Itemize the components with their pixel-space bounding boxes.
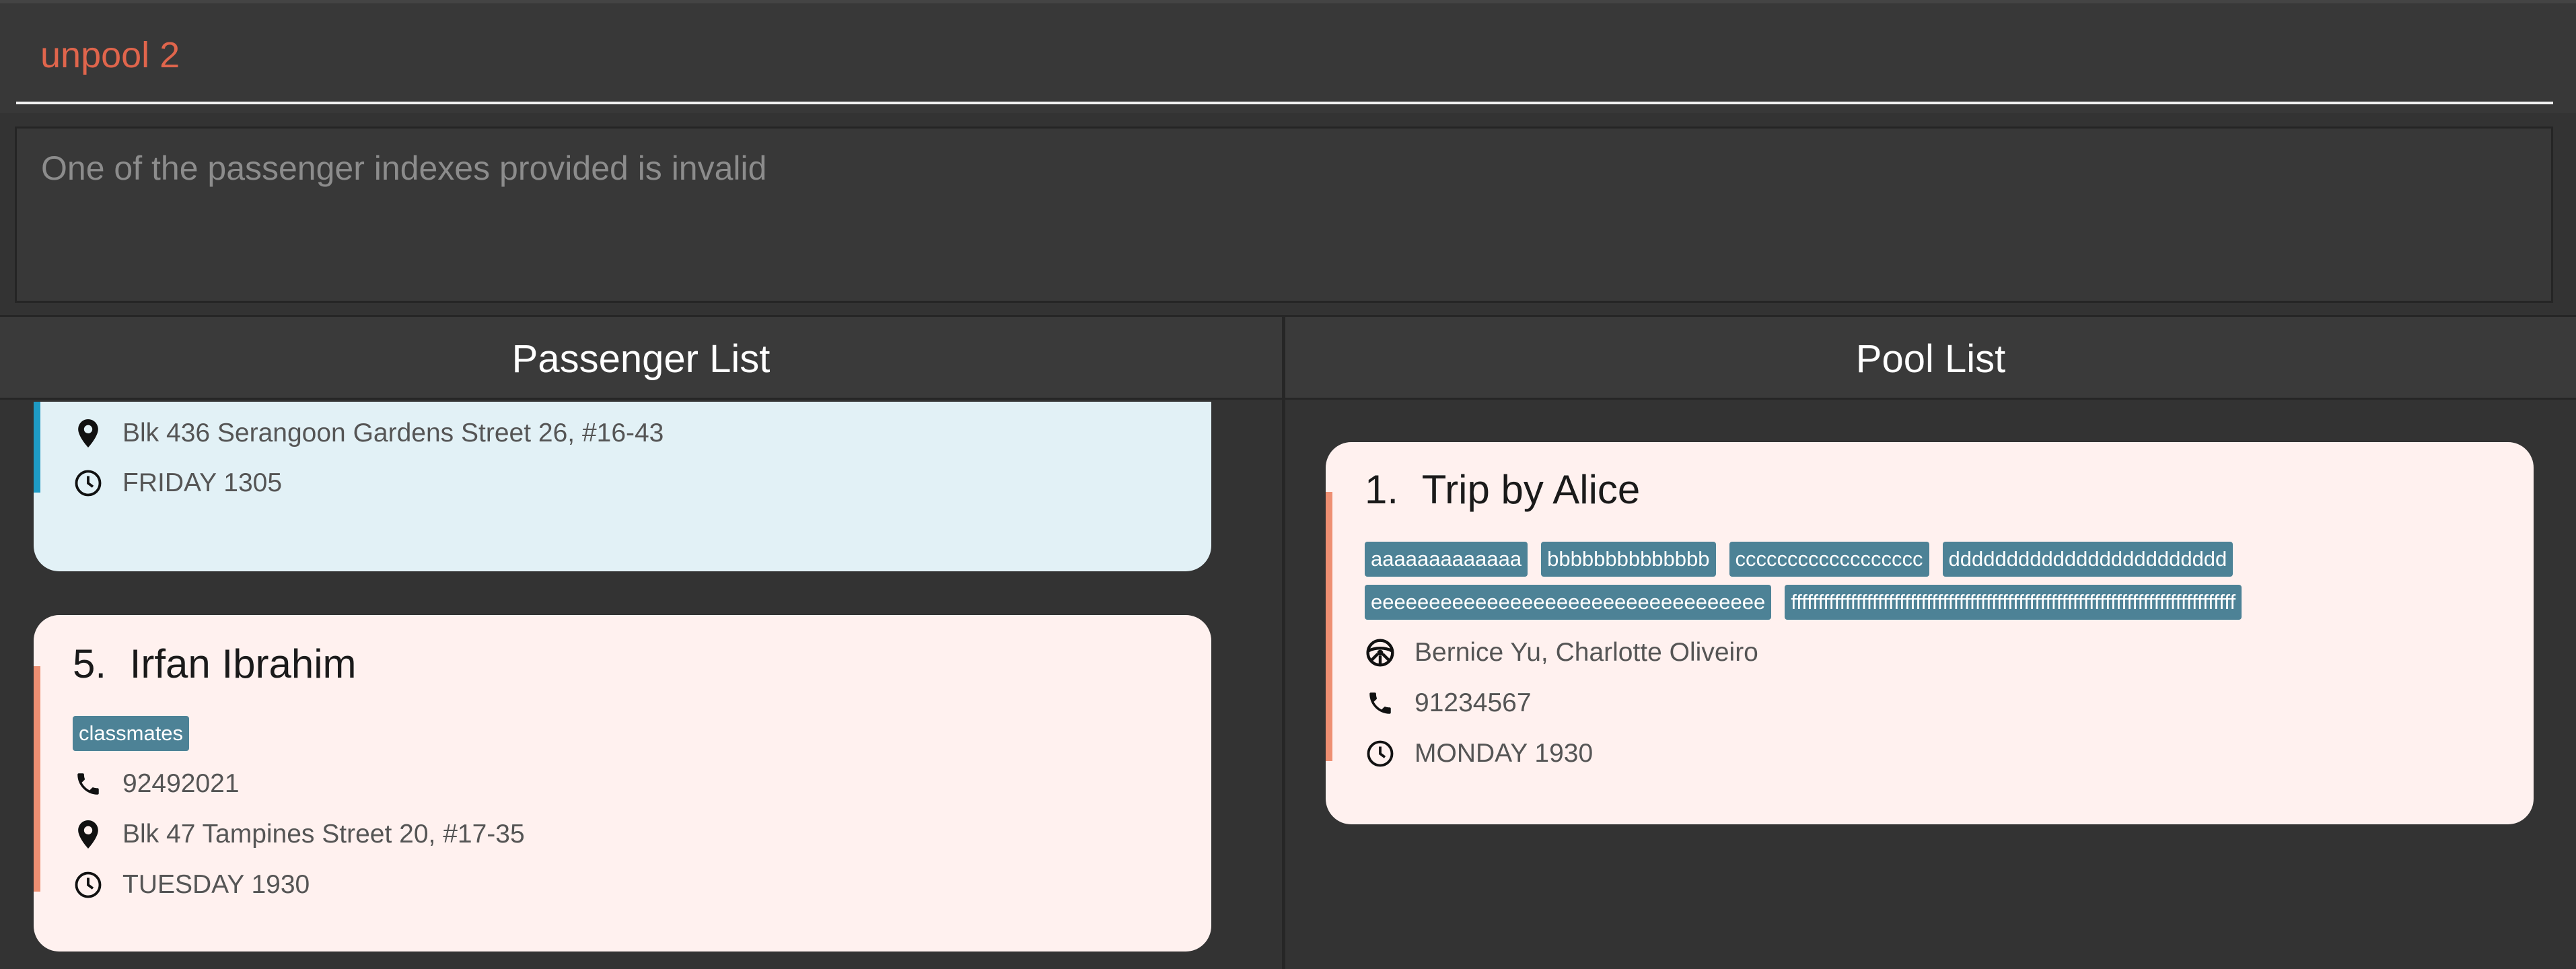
phone-icon — [73, 768, 104, 799]
passenger-time: TUESDAY 1930 — [122, 870, 310, 899]
clock-icon — [73, 869, 104, 900]
passenger-time: FRIDAY 1305 — [122, 468, 283, 497]
pool-index: 1. — [1365, 467, 1399, 512]
passenger-card[interactable]: 5. Irfan Ibrahim classmates 92492021 Blk… — [34, 615, 1211, 952]
pool-tags: aaaaaaaaaaaaa bbbbbbbbbbbbbb ccccccccccccc… — [1365, 542, 2509, 628]
tag: eeeeeeeeeeeeeeeeeeeeeeeeeeeeeeeeee — [1365, 585, 1772, 620]
passenger-address: Blk 436 Serangoon Gardens Street 26, #16… — [122, 419, 664, 447]
passenger-name: Irfan Ibrahim — [129, 641, 357, 686]
tag: ffffffffffffffffffffffffffffffffffffffff… — [1785, 585, 2242, 620]
clock-icon — [1365, 738, 1396, 769]
passenger-list-header: Passenger List — [0, 315, 1282, 400]
tag: aaaaaaaaaaaaa — [1365, 542, 1528, 577]
command-input[interactable] — [16, 9, 2553, 104]
passenger-name-row: 5. Irfan Ibrahim — [73, 641, 357, 687]
tag: cccccccccccccccccc — [1729, 542, 1929, 577]
steering-wheel-icon — [1365, 637, 1396, 668]
pool-card[interactable]: 1. Trip by Alice aaaaaaaaaaaaa bbbbbbbbbb… — [1326, 442, 2534, 824]
result-display: One of the passenger indexes provided is… — [15, 127, 2553, 303]
pool-time: MONDAY 1930 — [1415, 739, 1594, 768]
passenger-phone: 92492021 — [122, 769, 240, 798]
command-box — [0, 0, 2576, 113]
card-accent-bar — [34, 666, 40, 892]
phone-icon — [1365, 688, 1396, 719]
location-icon — [73, 418, 104, 449]
passenger-list[interactable]: Blk 436 Serangoon Gardens Street 26, #16… — [0, 402, 1282, 969]
pool-list[interactable]: 1. Trip by Alice aaaaaaaaaaaaa bbbbbbbbbb… — [1285, 402, 2576, 969]
pool-title: Trip by Alice — [1421, 467, 1641, 512]
clock-icon — [73, 468, 104, 499]
selection-bar — [34, 402, 40, 493]
passenger-tags: classmates — [73, 716, 203, 759]
location-icon — [73, 819, 104, 850]
pool-phone: 91234567 — [1415, 688, 1532, 717]
pool-passengers: Bernice Yu, Charlotte Oliveiro — [1415, 638, 1758, 667]
passenger-card[interactable]: Blk 436 Serangoon Gardens Street 26, #16… — [34, 402, 1211, 571]
tag: bbbbbbbbbbbbbb — [1541, 542, 1716, 577]
tag: classmates — [73, 716, 190, 751]
tag: dddddddddddddddddddddddd — [1942, 542, 2233, 577]
pool-list-header: Pool List — [1285, 315, 2576, 400]
result-message: One of the passenger indexes provided is… — [41, 149, 767, 187]
passenger-address: Blk 47 Tampines Street 20, #17-35 — [122, 820, 525, 849]
pool-title-row: 1. Trip by Alice — [1365, 466, 1640, 513]
passenger-index: 5. — [73, 641, 107, 686]
card-accent-bar — [1326, 492, 1332, 761]
